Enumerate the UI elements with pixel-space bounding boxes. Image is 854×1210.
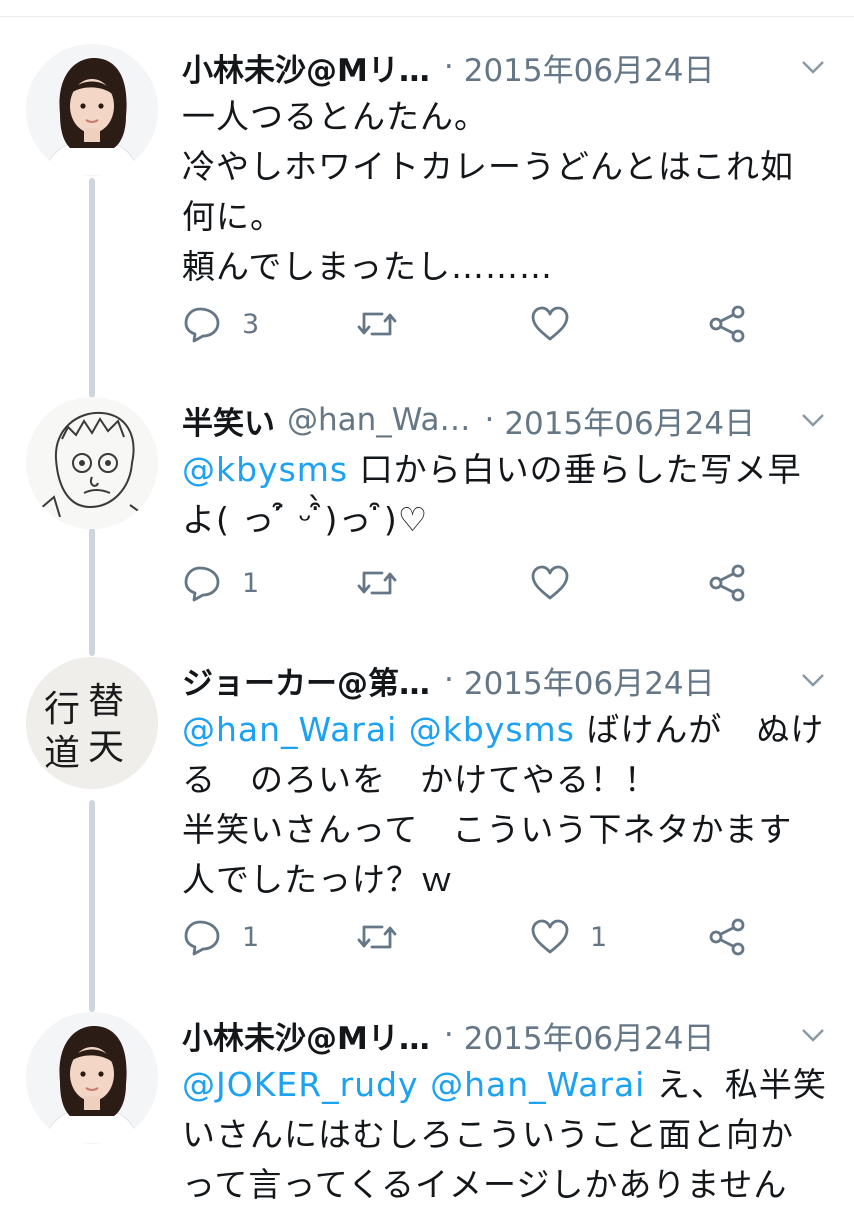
reply-button[interactable]: 3 bbox=[182, 300, 259, 348]
calligraphy-char: 天 bbox=[88, 727, 124, 768]
reply-icon bbox=[184, 566, 220, 602]
tweet-header: ジョーカー@第… · 2015年06月24日 bbox=[182, 657, 830, 703]
avatar[interactable] bbox=[26, 1012, 158, 1144]
calligraphy-char: 替 bbox=[88, 681, 124, 722]
text-run: ばけんが ぬけ bbox=[574, 710, 825, 749]
reply-count: 3 bbox=[242, 308, 260, 340]
retweet-button[interactable] bbox=[356, 913, 398, 961]
display-name[interactable]: 小林未沙@Mリ… bbox=[182, 1013, 430, 1058]
text-run: え、私半笑 bbox=[645, 1065, 827, 1104]
heart-icon bbox=[531, 306, 569, 341]
heart-icon bbox=[531, 565, 569, 600]
separator-dot: · bbox=[443, 49, 454, 85]
chevron-down-icon[interactable] bbox=[800, 409, 826, 431]
calligraphy-char: 行 bbox=[44, 689, 80, 730]
text-line: 冷やしホワイトカレーうどんとはこれ如 bbox=[182, 147, 794, 186]
tweet-text: @kbysms 口から白いの垂らした写メ早 よ( っ ͒́ ᵕ ͒̀)っ ͒)♡ bbox=[182, 445, 832, 545]
username[interactable]: @han_Wa… bbox=[287, 402, 470, 438]
retweet-icon bbox=[357, 312, 397, 336]
retweet-button[interactable] bbox=[356, 559, 398, 607]
like-button[interactable] bbox=[530, 300, 590, 348]
tweet-text: @JOKER_rudy @han_Warai え、私半笑 いさんにはむしろこうい… bbox=[182, 1060, 832, 1210]
share-icon bbox=[709, 305, 745, 343]
heart-icon bbox=[531, 919, 569, 954]
chevron-down-icon[interactable] bbox=[800, 669, 826, 691]
tweet-actions: 1 1 bbox=[182, 913, 752, 961]
tweet-actions: 3 bbox=[182, 300, 752, 348]
reply-icon bbox=[184, 307, 220, 343]
separator-dot: · bbox=[443, 1017, 454, 1053]
text-line: る のろいを かけてやる！！ bbox=[182, 760, 658, 799]
tweet-actions: 1 bbox=[182, 559, 752, 607]
tweet[interactable]: 小林未沙@Mリ… · 2015年06月24日 一人つるとんたん。 冷やしホワイト… bbox=[0, 44, 854, 384]
reply-icon bbox=[184, 920, 220, 956]
retweet-button[interactable] bbox=[356, 300, 398, 348]
like-button[interactable] bbox=[530, 559, 590, 607]
reply-count: 1 bbox=[242, 567, 260, 599]
like-button[interactable]: 1 bbox=[530, 913, 607, 961]
tweet[interactable]: 小林未沙@Mリ… · 2015年06月24日 @JOKER_rudy @han_… bbox=[0, 1012, 854, 1204]
calligraphy-icon: 替 天 行 道 bbox=[26, 657, 158, 789]
mention-link[interactable]: @han_Warai bbox=[430, 1065, 645, 1104]
timestamp[interactable]: 2015年06月24日 bbox=[504, 398, 755, 443]
text-line: 人でしたっけ？ｗ bbox=[182, 860, 454, 899]
text-line: @kbysms 口から白いの垂らした写メ早 bbox=[182, 445, 832, 495]
mention-link[interactable]: @JOKER_rudy bbox=[182, 1065, 419, 1104]
share-icon bbox=[709, 564, 745, 602]
like-count: 1 bbox=[590, 921, 608, 953]
reply-button[interactable]: 1 bbox=[182, 559, 259, 607]
text-line: 一人つるとんたん。 bbox=[182, 97, 488, 136]
retweet-icon bbox=[357, 571, 397, 595]
share-button[interactable] bbox=[708, 913, 746, 961]
timestamp[interactable]: 2015年06月24日 bbox=[464, 658, 715, 703]
separator-dot: · bbox=[444, 662, 454, 698]
text-line: @han_Warai @kbysms ばけんが ぬけ bbox=[182, 705, 832, 755]
mention-link[interactable]: @han_Warai bbox=[182, 710, 397, 749]
text-line: 頼んでしまったし……… bbox=[182, 247, 554, 286]
reply-button[interactable]: 1 bbox=[182, 913, 259, 961]
mention-link[interactable]: @kbysms bbox=[409, 710, 575, 749]
text-run: 口から白いの垂らした写メ早 bbox=[348, 450, 802, 489]
tweet[interactable]: 半笑い @han_Wa… · 2015年06月24日 @kbysms 口から白い… bbox=[0, 397, 854, 637]
avatar[interactable] bbox=[26, 397, 158, 529]
timestamp[interactable]: 2015年06月24日 bbox=[464, 1013, 715, 1058]
text-line: いさんにはむしろこういうこと面と向か bbox=[182, 1115, 794, 1154]
display-name[interactable]: 半笑い bbox=[182, 398, 275, 443]
timestamp[interactable]: 2015年06月24日 bbox=[464, 45, 715, 90]
display-name[interactable]: 小林未沙@Mリ… bbox=[182, 45, 430, 90]
text-line: よ( っ ͒́ ᵕ ͒̀)っ ͒)♡ bbox=[182, 500, 429, 539]
top-divider bbox=[0, 0, 854, 18]
calligraphy-char: 道 bbox=[44, 733, 80, 774]
avatar[interactable] bbox=[26, 44, 158, 176]
text-line: って言ってくるイメージしかありません bbox=[182, 1165, 788, 1204]
chevron-down-icon[interactable] bbox=[800, 56, 826, 78]
woman-portrait-icon bbox=[26, 1012, 158, 1144]
tweet[interactable]: 替 天 行 道 ジョーカー@第… · 2015年06月24日 @han_Wara… bbox=[0, 657, 854, 977]
retweet-icon bbox=[357, 925, 397, 949]
share-button[interactable] bbox=[708, 300, 746, 348]
separator-dot: · bbox=[484, 402, 495, 438]
share-button[interactable] bbox=[708, 559, 746, 607]
display-name[interactable]: ジョーカー@第… bbox=[182, 658, 430, 703]
tweet-text: @han_Warai @kbysms ばけんが ぬけ る のろいを かけてやる！… bbox=[182, 705, 832, 905]
woman-portrait-icon bbox=[26, 44, 158, 176]
chevron-down-icon[interactable] bbox=[800, 1024, 826, 1046]
tweet-header: 小林未沙@Mリ… · 2015年06月24日 bbox=[182, 44, 830, 90]
text-line: 何に。 bbox=[182, 197, 284, 236]
avatar[interactable]: 替 天 行 道 bbox=[26, 657, 158, 789]
cartoon-face-drawing-icon bbox=[26, 397, 158, 529]
share-icon bbox=[709, 918, 745, 956]
text-line: 半笑いさんって こういう下ネタかます bbox=[182, 810, 793, 849]
tweet-header: 小林未沙@Mリ… · 2015年06月24日 bbox=[182, 1012, 830, 1058]
tweet-header: 半笑い @han_Wa… · 2015年06月24日 bbox=[182, 397, 830, 443]
text-line: @JOKER_rudy @han_Warai え、私半笑 bbox=[182, 1060, 832, 1110]
reply-count: 1 bbox=[242, 921, 260, 953]
tweet-text: 一人つるとんたん。 冷やしホワイトカレーうどんとはこれ如 何に。 頼んでしまった… bbox=[182, 92, 832, 292]
mention-link[interactable]: @kbysms bbox=[182, 450, 348, 489]
